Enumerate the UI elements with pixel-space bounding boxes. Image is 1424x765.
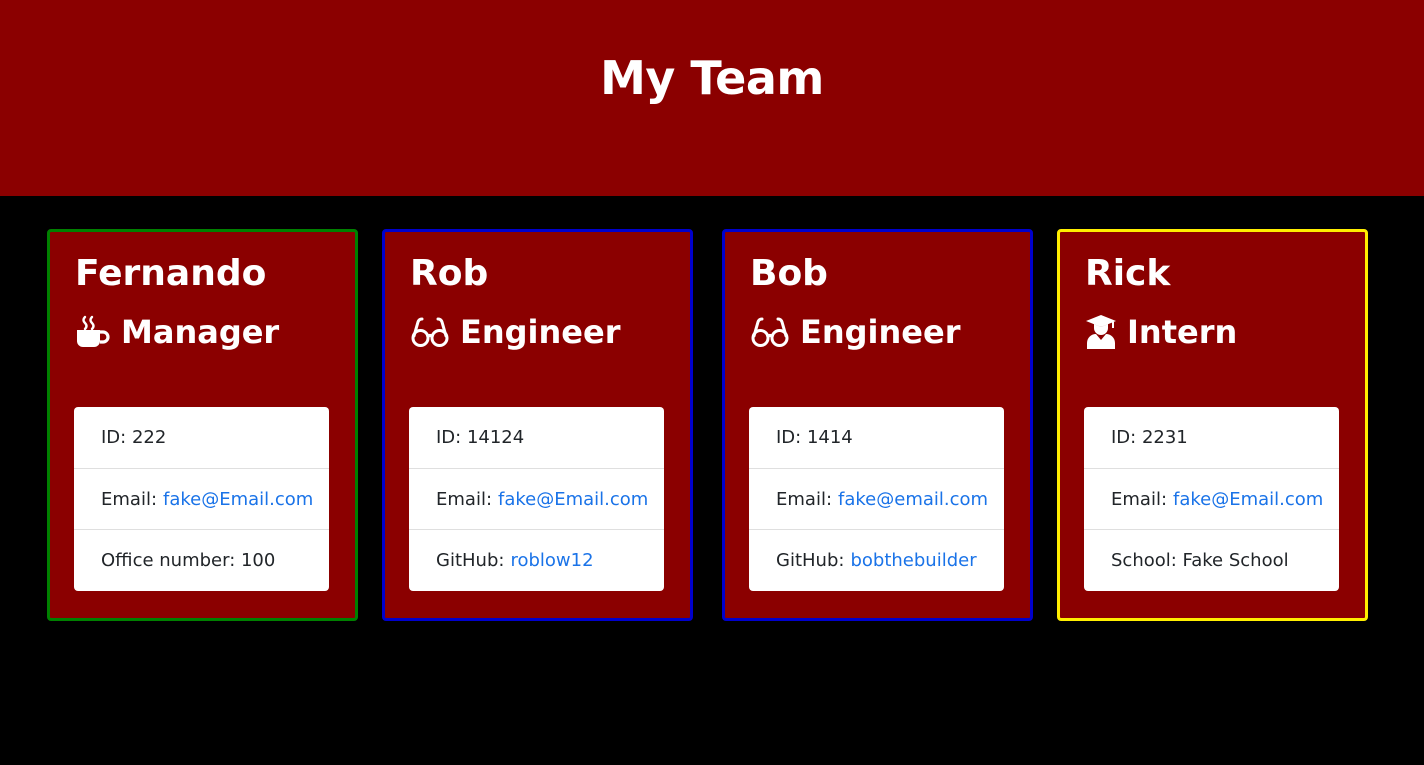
list-item-github: GitHub: bobthebuilder (749, 529, 1004, 590)
github-link[interactable]: roblow12 (510, 550, 593, 571)
id-text: ID: 222 (101, 427, 167, 448)
employee-name: Rick (1085, 253, 1171, 294)
list-item-github: GitHub: roblow12 (409, 529, 664, 590)
employee-role: Manager (75, 312, 279, 352)
email-label: Email: (436, 488, 493, 510)
list-item-email: Email: fake@Email.com (1084, 468, 1339, 529)
list-item-id: ID: 222 (74, 407, 329, 468)
email-link[interactable]: fake@email.com (838, 489, 988, 510)
role-label: Engineer (460, 313, 621, 351)
employee-name: Bob (750, 253, 828, 294)
list-item-email: Email: fake@email.com (749, 468, 1004, 529)
github-label: GitHub: (776, 549, 845, 571)
employee-info-list: ID: 2231 Email: fake@Email.com School: F… (1084, 407, 1339, 591)
employee-role: Intern (1085, 312, 1237, 352)
list-item-school: School: Fake School (1084, 529, 1339, 590)
employee-role: Engineer (410, 312, 620, 352)
list-item-email: Email: fake@Email.com (74, 468, 329, 529)
role-label: Intern (1127, 313, 1238, 351)
email-link[interactable]: fake@Email.com (163, 489, 313, 510)
office-number-text: Office number: 100 (101, 549, 276, 571)
employee-info-list: ID: 14124 Email: fake@Email.com GitHub: … (409, 407, 664, 591)
employee-name: Rob (410, 253, 489, 294)
employee-name: Fernando (75, 253, 267, 294)
email-label: Email: (1111, 488, 1168, 510)
list-item-id: ID: 2231 (1084, 407, 1339, 468)
id-text: ID: 2231 (1111, 427, 1188, 448)
glasses-icon (750, 314, 800, 350)
employee-role: Engineer (750, 312, 960, 352)
employee-info-list: ID: 222 Email: fake@Email.com Office num… (74, 407, 329, 591)
email-label: Email: (101, 488, 158, 510)
role-label: Manager (121, 313, 280, 351)
employee-card-engineer: Rob Engineer ID: 14124 Email: fake@Email… (382, 229, 693, 621)
list-item-id: ID: 14124 (409, 407, 664, 468)
github-label: GitHub: (436, 549, 505, 571)
role-label: Engineer (800, 313, 961, 351)
email-link[interactable]: fake@Email.com (498, 489, 648, 510)
id-text: ID: 1414 (776, 427, 853, 448)
email-link[interactable]: fake@Email.com (1173, 489, 1323, 510)
id-text: ID: 14124 (436, 427, 525, 448)
page-header: My Team (0, 0, 1424, 196)
list-item-office-number: Office number: 100 (74, 529, 329, 590)
graduate-icon (1085, 314, 1127, 350)
list-item-email: Email: fake@Email.com (409, 468, 664, 529)
employee-card-engineer: Bob Engineer ID: 1414 Email: fake@email.… (722, 229, 1033, 621)
employee-card-intern: Rick Intern ID: 2231 Email: fake@Email.c… (1057, 229, 1368, 621)
github-link[interactable]: bobthebuilder (850, 550, 976, 571)
school-text: School: Fake School (1111, 549, 1289, 571)
employee-card-manager: Fernando Manager ID: 222 Email: fake@Ema… (47, 229, 358, 621)
coffee-mug-icon (75, 314, 121, 350)
glasses-icon (410, 314, 460, 350)
email-label: Email: (776, 488, 833, 510)
list-item-id: ID: 1414 (749, 407, 1004, 468)
employee-info-list: ID: 1414 Email: fake@email.com GitHub: b… (749, 407, 1004, 591)
page-title: My Team (600, 51, 824, 105)
